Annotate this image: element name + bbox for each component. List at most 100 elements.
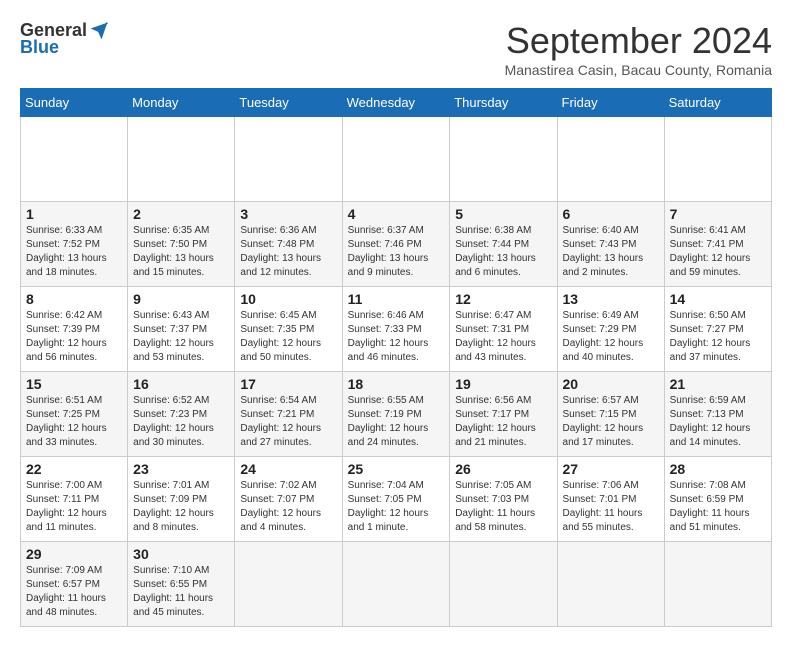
day-number: 16	[133, 376, 229, 392]
logo-blue: Blue	[20, 37, 59, 58]
day-number: 1	[26, 206, 122, 222]
day-info: Sunrise: 7:08 AMSunset: 6:59 PMDaylight:…	[670, 479, 766, 535]
calendar-cell	[557, 117, 664, 202]
location-subtitle: Manastirea Casin, Bacau County, Romania	[505, 62, 772, 78]
calendar-cell	[664, 542, 771, 627]
day-number: 8	[26, 291, 122, 307]
day-info: Sunrise: 7:06 AMSunset: 7:01 PMDaylight:…	[563, 479, 659, 535]
calendar-cell: 6 Sunrise: 6:40 AMSunset: 7:43 PMDaylight…	[557, 202, 664, 287]
day-number: 21	[670, 376, 766, 392]
day-info: Sunrise: 6:47 AMSunset: 7:31 PMDaylight:…	[455, 309, 551, 365]
day-info: Sunrise: 6:40 AMSunset: 7:43 PMDaylight:…	[563, 224, 659, 280]
day-number: 9	[133, 291, 229, 307]
day-number: 18	[348, 376, 445, 392]
calendar-cell: 8Sunrise: 6:42 AMSunset: 7:39 PMDaylight…	[21, 287, 128, 372]
calendar-cell: 10Sunrise: 6:45 AMSunset: 7:35 PMDayligh…	[235, 287, 342, 372]
col-tuesday: Tuesday	[235, 89, 342, 117]
calendar-week-2: 8Sunrise: 6:42 AMSunset: 7:39 PMDaylight…	[21, 287, 772, 372]
day-info: Sunrise: 7:04 AMSunset: 7:05 PMDaylight:…	[348, 479, 445, 535]
day-info: Sunrise: 6:49 AMSunset: 7:29 PMDaylight:…	[563, 309, 659, 365]
calendar-cell: 5 Sunrise: 6:38 AMSunset: 7:44 PMDaylight…	[450, 202, 557, 287]
calendar-week-0	[21, 117, 772, 202]
day-number: 27	[563, 461, 659, 477]
calendar-cell	[557, 542, 664, 627]
calendar-cell: 17 Sunrise: 6:54 AMSunset: 7:21 PMDayligh…	[235, 372, 342, 457]
day-number: 6	[563, 206, 659, 222]
day-number: 4	[348, 206, 445, 222]
calendar-cell: 1 Sunrise: 6:33 AMSunset: 7:52 PMDaylight…	[21, 202, 128, 287]
day-info: Sunrise: 7:02 AMSunset: 7:07 PMDaylight:…	[240, 479, 336, 535]
day-info: Sunrise: 6:41 AMSunset: 7:41 PMDaylight:…	[670, 224, 766, 280]
calendar-cell: 22 Sunrise: 7:00 AMSunset: 7:11 PMDayligh…	[21, 457, 128, 542]
col-sunday: Sunday	[21, 89, 128, 117]
calendar-cell	[342, 542, 450, 627]
day-info: Sunrise: 6:54 AMSunset: 7:21 PMDaylight:…	[240, 394, 336, 450]
logo-bird-icon	[89, 21, 109, 41]
calendar-week-3: 15Sunrise: 6:51 AMSunset: 7:25 PMDayligh…	[21, 372, 772, 457]
day-number: 11	[348, 291, 445, 307]
day-info: Sunrise: 6:50 AMSunset: 7:27 PMDaylight:…	[670, 309, 766, 365]
day-number: 29	[26, 546, 122, 562]
page-header: General Blue September 2024 Manastirea C…	[20, 20, 772, 78]
calendar-cell: 16 Sunrise: 6:52 AMSunset: 7:23 PMDayligh…	[128, 372, 235, 457]
calendar-cell: 2 Sunrise: 6:35 AMSunset: 7:50 PMDaylight…	[128, 202, 235, 287]
calendar-cell: 20 Sunrise: 6:57 AMSunset: 7:15 PMDayligh…	[557, 372, 664, 457]
calendar-cell: 7 Sunrise: 6:41 AMSunset: 7:41 PMDaylight…	[664, 202, 771, 287]
day-info: Sunrise: 6:33 AMSunset: 7:52 PMDaylight:…	[26, 224, 122, 280]
day-number: 2	[133, 206, 229, 222]
title-section: September 2024 Manastirea Casin, Bacau C…	[505, 20, 772, 78]
day-info: Sunrise: 6:38 AMSunset: 7:44 PMDaylight:…	[455, 224, 551, 280]
calendar-cell: 4 Sunrise: 6:37 AMSunset: 7:46 PMDaylight…	[342, 202, 450, 287]
calendar-week-1: 1 Sunrise: 6:33 AMSunset: 7:52 PMDaylight…	[21, 202, 772, 287]
day-number: 22	[26, 461, 122, 477]
calendar-table: Sunday Monday Tuesday Wednesday Thursday…	[20, 88, 772, 627]
col-monday: Monday	[128, 89, 235, 117]
calendar-week-4: 22 Sunrise: 7:00 AMSunset: 7:11 PMDayligh…	[21, 457, 772, 542]
day-info: Sunrise: 7:00 AMSunset: 7:11 PMDaylight:…	[26, 479, 122, 535]
day-number: 24	[240, 461, 336, 477]
calendar-cell: 24 Sunrise: 7:02 AMSunset: 7:07 PMDayligh…	[235, 457, 342, 542]
day-number: 10	[240, 291, 336, 307]
day-number: 12	[455, 291, 551, 307]
day-info: Sunrise: 7:01 AMSunset: 7:09 PMDaylight:…	[133, 479, 229, 535]
calendar-cell	[664, 117, 771, 202]
day-info: Sunrise: 6:35 AMSunset: 7:50 PMDaylight:…	[133, 224, 229, 280]
calendar-cell: 11 Sunrise: 6:46 AMSunset: 7:33 PMDayligh…	[342, 287, 450, 372]
col-wednesday: Wednesday	[342, 89, 450, 117]
calendar-cell	[235, 117, 342, 202]
calendar-cell	[128, 117, 235, 202]
day-info: Sunrise: 6:46 AMSunset: 7:33 PMDaylight:…	[348, 309, 445, 365]
day-number: 26	[455, 461, 551, 477]
calendar-cell: 13 Sunrise: 6:49 AMSunset: 7:29 PMDayligh…	[557, 287, 664, 372]
day-info: Sunrise: 6:51 AMSunset: 7:25 PMDaylight:…	[26, 394, 122, 450]
calendar-cell: 28Sunrise: 7:08 AMSunset: 6:59 PMDayligh…	[664, 457, 771, 542]
day-info: Sunrise: 6:43 AMSunset: 7:37 PMDaylight:…	[133, 309, 229, 365]
calendar-cell	[450, 542, 557, 627]
logo: General Blue	[20, 20, 109, 58]
calendar-cell: 27 Sunrise: 7:06 AMSunset: 7:01 PMDayligh…	[557, 457, 664, 542]
day-info: Sunrise: 6:57 AMSunset: 7:15 PMDaylight:…	[563, 394, 659, 450]
day-info: Sunrise: 6:37 AMSunset: 7:46 PMDaylight:…	[348, 224, 445, 280]
day-number: 7	[670, 206, 766, 222]
day-number: 23	[133, 461, 229, 477]
day-info: Sunrise: 6:52 AMSunset: 7:23 PMDaylight:…	[133, 394, 229, 450]
day-number: 5	[455, 206, 551, 222]
calendar-cell: 26Sunrise: 7:05 AMSunset: 7:03 PMDayligh…	[450, 457, 557, 542]
calendar-header-row: Sunday Monday Tuesday Wednesday Thursday…	[21, 89, 772, 117]
day-info: Sunrise: 6:59 AMSunset: 7:13 PMDaylight:…	[670, 394, 766, 450]
col-thursday: Thursday	[450, 89, 557, 117]
day-number: 19	[455, 376, 551, 392]
day-number: 20	[563, 376, 659, 392]
col-saturday: Saturday	[664, 89, 771, 117]
day-info: Sunrise: 6:56 AMSunset: 7:17 PMDaylight:…	[455, 394, 551, 450]
day-number: 14	[670, 291, 766, 307]
day-info: Sunrise: 6:55 AMSunset: 7:19 PMDaylight:…	[348, 394, 445, 450]
col-friday: Friday	[557, 89, 664, 117]
day-number: 3	[240, 206, 336, 222]
calendar-cell: 30Sunrise: 7:10 AMSunset: 6:55 PMDayligh…	[128, 542, 235, 627]
calendar-cell: 3Sunrise: 6:36 AMSunset: 7:48 PMDaylight…	[235, 202, 342, 287]
calendar-cell: 21 Sunrise: 6:59 AMSunset: 7:13 PMDayligh…	[664, 372, 771, 457]
calendar-cell: 25Sunrise: 7:04 AMSunset: 7:05 PMDayligh…	[342, 457, 450, 542]
day-number: 13	[563, 291, 659, 307]
day-number: 17	[240, 376, 336, 392]
